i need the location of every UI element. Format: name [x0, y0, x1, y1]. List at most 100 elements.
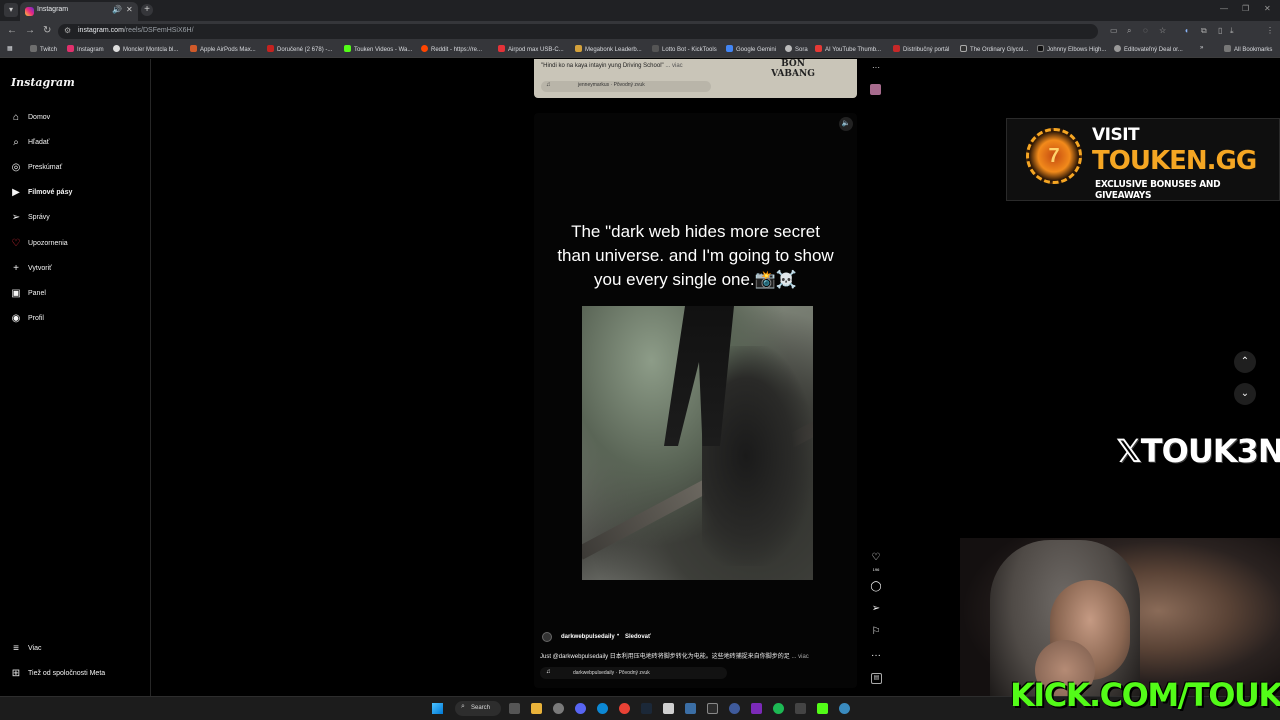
chrome-icon[interactable] — [619, 703, 630, 714]
minimize-icon[interactable]: — — [1220, 4, 1228, 13]
bookmark-item[interactable]: Sora — [785, 45, 808, 53]
more-options-icon[interactable]: ··· — [872, 63, 880, 72]
bookmark-item[interactable]: Moncler Montcla bl... — [113, 45, 178, 53]
reel-caption[interactable]: Just @darkwebpulsedaily 日本利用压电地砖将脚步转化为电能… — [540, 651, 840, 660]
bookmark-item[interactable]: The Ordinary Glycol... — [960, 45, 1028, 53]
bookmark-item[interactable]: Distribučný portál — [893, 45, 949, 53]
sidebar-item-explore[interactable]: ◎ Preskúmať — [10, 162, 140, 176]
avatar[interactable] — [542, 632, 552, 642]
bookmark-item[interactable]: Megabonk Leaderb... — [575, 45, 642, 53]
sidebar-item-notifications[interactable]: ♡ Upozornenia — [10, 238, 140, 252]
x-handle-overlay: 𝕏TOUK3N — [1116, 432, 1280, 470]
bookmark-item[interactable]: Touken Videos - Wa... — [344, 45, 412, 53]
close-icon[interactable]: ✕ — [126, 5, 133, 14]
file-explorer-icon[interactable] — [531, 703, 542, 714]
gemini-icon — [726, 45, 733, 52]
reel-video-frame — [582, 306, 813, 580]
audio-thumbnail[interactable] — [870, 84, 881, 95]
author-username[interactable]: darkwebpulsedaily — [561, 634, 615, 640]
bookmark-item[interactable]: Reddit - https://re... — [421, 45, 482, 53]
sidebar-item-dashboard[interactable]: ▣ Panel — [10, 288, 140, 302]
reel-audio-pill[interactable]: ♫ darkwebpulsedaily · Pôvodný zvuk — [540, 667, 727, 679]
notepad-icon[interactable] — [663, 703, 674, 714]
app-icon[interactable] — [685, 703, 696, 714]
comment-icon[interactable]: ◯ — [868, 581, 884, 592]
browser-tab-instagram[interactable]: Instagram 🔊 ✕ — [20, 2, 138, 21]
steam-icon[interactable] — [641, 703, 652, 714]
app-icon[interactable] — [553, 703, 564, 714]
follow-button[interactable]: Sledovať — [625, 634, 651, 640]
hide-icon[interactable]: ◌ — [1143, 26, 1148, 35]
window-close-icon[interactable]: ✕ — [1264, 4, 1271, 13]
app-icon[interactable] — [839, 703, 850, 714]
sidebar-item-more[interactable]: ≡ Viac — [10, 643, 140, 657]
back-icon[interactable]: ← — [7, 25, 17, 36]
taskbar-search[interactable]: ⌕ Search — [455, 701, 501, 716]
site-icon — [575, 45, 582, 52]
bookmark-item[interactable]: Apple AirPods Max... — [190, 45, 256, 53]
sidebar-item-meta[interactable]: ⊞ Tiež od spoločnosti Meta — [10, 668, 140, 682]
apps-icon[interactable]: ▦ — [7, 45, 13, 52]
extensions-icon[interactable]: ⧉ — [1201, 26, 1207, 36]
audio-thumbnail[interactable]: ▤ — [871, 673, 882, 684]
bookmark-item[interactable]: AI YouTube Thumb... — [815, 45, 881, 53]
spotify-icon[interactable] — [773, 703, 784, 714]
app-icon[interactable] — [729, 703, 740, 714]
zoom-icon[interactable]: ⌕ — [1127, 26, 1131, 36]
speaker-icon[interactable]: 🔊 — [112, 5, 122, 14]
bookmark-item[interactable]: Instagram — [67, 45, 104, 53]
bookmark-item[interactable]: Johnny Elbows High... — [1037, 45, 1106, 53]
sidebar-item-reels[interactable]: ▶ Filmové pásy — [10, 187, 140, 201]
cast-icon[interactable]: ▭ — [1110, 26, 1118, 35]
address-bar[interactable]: ⚙ instagram.com/reels/DSFemHSiX6H/ — [58, 24, 1098, 39]
bookmarks-overflow-icon[interactable]: » — [1200, 45, 1203, 51]
sidebar-item-home[interactable]: ⌂ Domov — [10, 112, 140, 126]
discord-icon[interactable] — [575, 703, 586, 714]
bookmark-item[interactable]: Twitch — [30, 45, 57, 53]
heart-icon: ♡ — [11, 238, 21, 249]
speaker-icon[interactable]: 🔈 — [839, 117, 853, 131]
menu-kebab-icon[interactable]: ⋮ — [1266, 26, 1274, 35]
bookmark-item[interactable]: Airpod max USB-C... — [498, 45, 564, 53]
edge-icon[interactable] — [597, 703, 608, 714]
send-icon: ➢ — [11, 212, 21, 223]
bookmark-item[interactable]: Editovateľný Deal or... — [1114, 45, 1183, 53]
bookmark-item[interactable]: All Bookmarks — [1224, 45, 1272, 53]
tab-search-button[interactable]: ▾ — [4, 3, 18, 17]
sidebar-item-profile[interactable]: ◉ Profil — [10, 313, 140, 327]
bookmark-item[interactable]: Lotto Bot - KickTools — [652, 45, 717, 53]
tiktok-icon — [1037, 45, 1044, 52]
sidebar: Instagram ⌂ Domov ⌕ Hľadať ◎ Preskúmať ▶… — [0, 59, 151, 696]
sidebar-item-messages[interactable]: ➢ Správy — [10, 212, 140, 226]
reel-player[interactable]: 🔈 The "dark web hides more secret than u… — [534, 113, 857, 688]
app-icon[interactable] — [707, 703, 718, 714]
more-options-icon[interactable]: ··· — [868, 650, 884, 661]
windows-start-icon[interactable] — [432, 703, 443, 714]
tab-title: Instagram — [37, 6, 69, 13]
like-icon[interactable]: ♡ — [868, 552, 884, 563]
site-info-icon[interactable]: ⚙ — [64, 26, 71, 35]
sidebar-item-search[interactable]: ⌕ Hľadať — [10, 137, 140, 151]
kick-icon[interactable] — [817, 703, 828, 714]
next-reel-button[interactable]: ⌄ — [1234, 383, 1256, 405]
extension-audio-icon[interactable]: ◖ — [1184, 26, 1189, 35]
previous-reel[interactable]: "Hindi ko na kaya intayin yung Driving S… — [534, 59, 857, 98]
download-icon[interactable]: ⤓ — [1230, 26, 1234, 36]
restore-icon[interactable]: ❐ — [1242, 4, 1249, 13]
save-icon[interactable]: ⚐ — [868, 626, 884, 637]
sidebar-item-create[interactable]: + Vytvoriť — [10, 263, 140, 277]
reload-icon[interactable]: ↻ — [43, 25, 51, 36]
app-icon[interactable] — [751, 703, 762, 714]
instagram-logo[interactable]: Instagram — [11, 76, 75, 89]
previous-reel-button[interactable]: ⌃ — [1234, 351, 1256, 373]
bookmark-star-icon[interactable]: ☆ — [1159, 26, 1166, 35]
share-icon[interactable]: ➢ — [868, 603, 884, 614]
task-view-icon[interactable] — [509, 703, 520, 714]
separator-dot: • — [617, 633, 620, 639]
bookmark-item[interactable]: Doručené (2 678) -... — [267, 45, 332, 53]
sidepanel-icon[interactable]: ▯ — [1218, 26, 1222, 35]
bookmark-item[interactable]: Google Gemini — [726, 45, 776, 53]
new-tab-button[interactable]: + — [141, 4, 153, 16]
forward-icon[interactable]: → — [25, 25, 35, 36]
app-icon[interactable] — [795, 703, 806, 714]
